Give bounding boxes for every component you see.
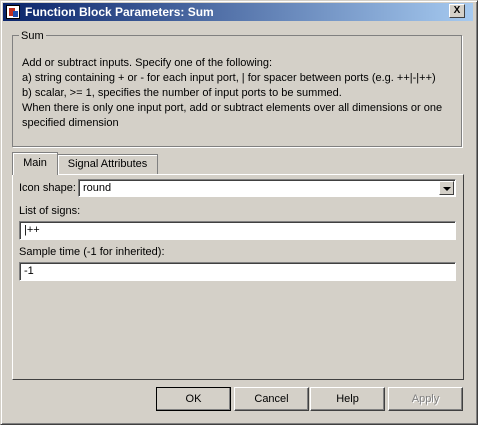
cancel-button[interactable]: Cancel [234,387,309,411]
simulink-app-icon [6,5,20,19]
group-title: Sum [19,30,46,42]
dropdown-arrow-icon[interactable] [439,181,454,195]
help-button[interactable]: Help [310,387,385,411]
list-of-signs-label: List of signs: [19,205,81,217]
sample-time-label: Sample time (-1 for inherited): [19,246,165,258]
icon-shape-label: Icon shape: [19,182,76,194]
description-line: specified dimension [22,117,119,129]
list-of-signs-input[interactable]: |++ [19,221,456,240]
title-bar[interactable]: Function Block Parameters: Sum [3,3,473,21]
block-description: Add or subtract inputs. Specify one of t… [22,56,462,131]
tab-main[interactable]: Main [12,152,58,175]
description-line: When there is only one input port, add o… [22,102,443,114]
icon-shape-value: round [83,182,112,194]
window-title: Function Block Parameters: Sum [25,5,214,19]
icon-shape-select[interactable]: round [78,179,456,197]
tab-signal-attributes[interactable]: Signal Attributes [57,154,158,174]
ok-button[interactable]: OK [156,387,231,411]
apply-button[interactable]: Apply [388,387,463,411]
description-line: b) scalar, >= 1, specifies the number of… [22,87,342,99]
close-button[interactable]: X [449,4,465,18]
sample-time-input[interactable]: -1 [19,262,456,281]
description-line: a) string containing + or - for each inp… [22,72,436,84]
description-line: Add or subtract inputs. Specify one of t… [22,57,273,69]
